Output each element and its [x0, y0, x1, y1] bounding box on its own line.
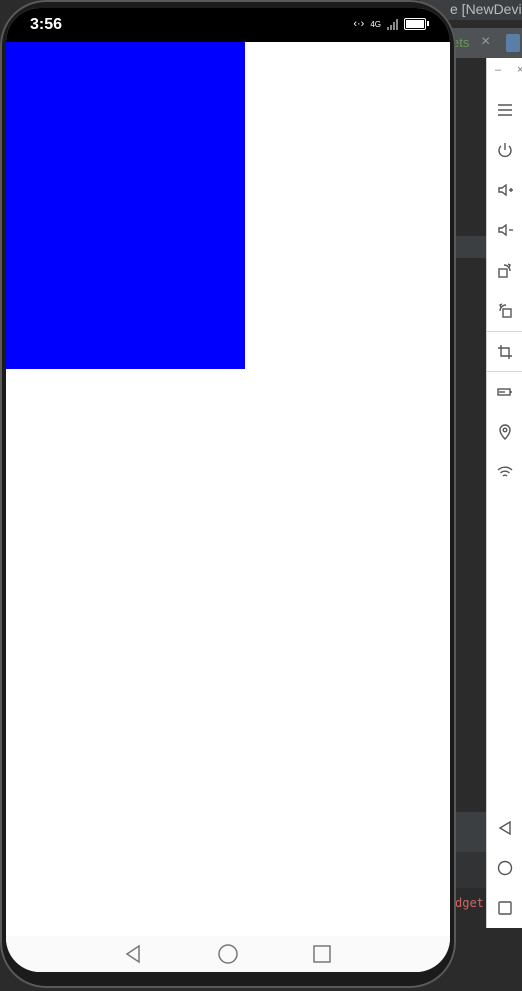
- signal-icon: [387, 18, 398, 30]
- toolbar-divider: [487, 371, 522, 372]
- blue-content-box: [6, 42, 245, 369]
- volume-up-icon[interactable]: [487, 172, 522, 208]
- power-icon[interactable]: [487, 132, 522, 168]
- phone-screen: 3:56 ‹·› 4G: [6, 8, 450, 972]
- home-icon[interactable]: [487, 850, 522, 886]
- toolbar-window-controls: – ×: [487, 58, 522, 86]
- close-button[interactable]: ×: [517, 64, 522, 76]
- back-icon[interactable]: [487, 810, 522, 846]
- battery-icon[interactable]: [487, 374, 522, 410]
- rotate-right-icon[interactable]: [487, 292, 522, 328]
- menu-icon[interactable]: [487, 92, 522, 128]
- battery-status-icon: [404, 18, 429, 30]
- toolbar-divider: [487, 331, 522, 332]
- ide-bottom-panel-2: [455, 852, 490, 888]
- network-type-label: 4G: [370, 19, 381, 29]
- location-icon[interactable]: [487, 414, 522, 450]
- minimize-button[interactable]: –: [495, 64, 501, 76]
- status-bar: 3:56 ‹·› 4G: [6, 8, 450, 42]
- ide-tab-close-button[interactable]: ×: [481, 33, 490, 51]
- data-sync-icon: ‹·›: [353, 18, 365, 30]
- overview-icon[interactable]: [487, 890, 522, 926]
- phone-frame: 3:56 ‹·› 4G: [0, 0, 456, 988]
- ide-file-icon[interactable]: [506, 34, 520, 52]
- volume-down-icon[interactable]: [487, 212, 522, 248]
- nav-recents-icon[interactable]: [306, 938, 338, 970]
- nav-home-icon[interactable]: [212, 938, 244, 970]
- nav-back-icon[interactable]: [117, 938, 149, 970]
- rotate-left-icon[interactable]: [487, 252, 522, 288]
- ide-bottom-panel: [455, 812, 490, 852]
- status-icons: ‹·› 4G: [353, 18, 429, 30]
- ide-title-text: e [NewDevic: [450, 1, 522, 17]
- wifi-icon[interactable]: [487, 454, 522, 490]
- emulator-toolbar: – ×: [486, 58, 522, 928]
- ide-code-fragment: dget: [455, 896, 484, 910]
- navigation-bar: [6, 936, 450, 972]
- status-time: 3:56: [30, 16, 63, 33]
- ide-highlight-row: [455, 236, 490, 258]
- screenshot-icon[interactable]: [487, 334, 522, 370]
